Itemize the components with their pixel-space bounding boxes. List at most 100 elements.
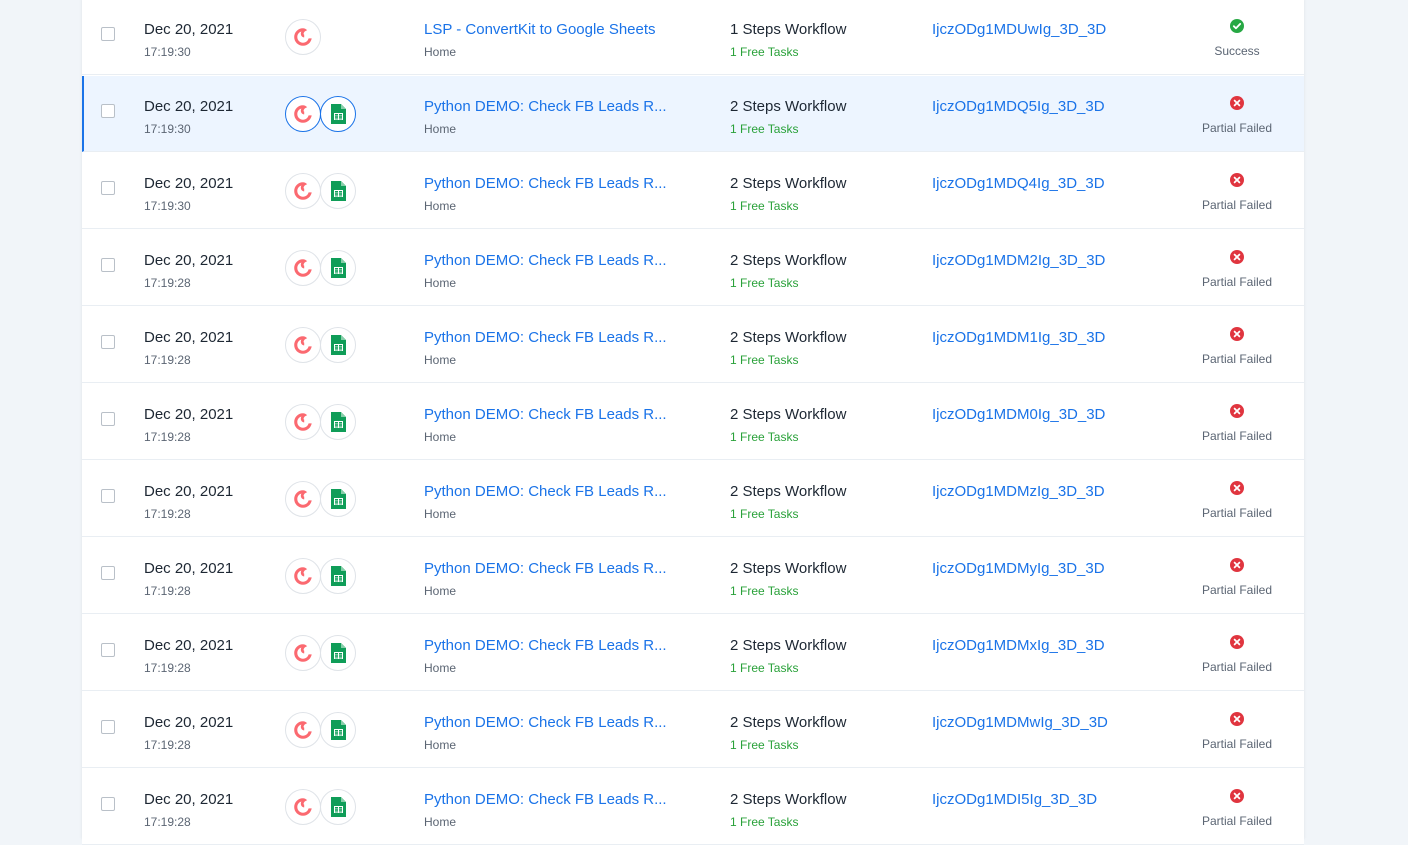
table-row[interactable]: Dec 20, 2021 17:19:30 Python DEMO: Check…: [82, 153, 1304, 229]
table-row[interactable]: Dec 20, 2021 17:19:30 LSP - ConvertKit t…: [82, 0, 1304, 75]
x-circle-icon: [1230, 712, 1244, 726]
status-label: Success: [1214, 44, 1260, 58]
status-cell: Partial Failed: [1182, 558, 1292, 597]
status-label: Partial Failed: [1201, 352, 1273, 366]
convertkit-icon: [285, 327, 321, 363]
convertkit-icon: [285, 250, 321, 286]
free-tasks: 1 Free Tasks: [730, 353, 799, 367]
workflow-steps: 2 Steps Workflow: [730, 483, 847, 500]
free-tasks: 1 Free Tasks: [730, 815, 799, 829]
row-checkbox[interactable]: [101, 27, 115, 41]
run-id-link[interactable]: IjczODg1MDM1Ig_3D_3D: [932, 329, 1105, 346]
workflow-name-link[interactable]: Python DEMO: Check FB Leads R...: [424, 252, 667, 269]
table-row[interactable]: Dec 20, 2021 17:19:28 Python DEMO: Check…: [82, 769, 1304, 845]
x-circle-icon: [1230, 789, 1244, 803]
row-checkbox[interactable]: [101, 797, 115, 811]
x-circle-icon: [1230, 327, 1244, 341]
workflow-name-link[interactable]: Python DEMO: Check FB Leads R...: [424, 560, 667, 577]
run-time: 17:19:28: [144, 738, 191, 752]
convertkit-icon: [285, 789, 321, 825]
row-checkbox[interactable]: [101, 335, 115, 349]
status-cell: Partial Failed: [1182, 96, 1292, 135]
row-checkbox[interactable]: [101, 181, 115, 195]
workflow-name-link[interactable]: Python DEMO: Check FB Leads R...: [424, 98, 667, 115]
workflow-name-link[interactable]: Python DEMO: Check FB Leads R...: [424, 329, 667, 346]
workflow-steps: 2 Steps Workflow: [730, 637, 847, 654]
convertkit-icon: [285, 19, 321, 55]
status-cell: Partial Failed: [1182, 250, 1292, 289]
workflow-folder: Home: [424, 276, 457, 290]
run-id-link[interactable]: IjczODg1MDMyIg_3D_3D: [932, 560, 1105, 577]
row-checkbox[interactable]: [101, 566, 115, 580]
free-tasks: 1 Free Tasks: [730, 45, 799, 59]
run-id-link[interactable]: IjczODg1MDMwIg_3D_3D: [932, 714, 1108, 731]
workflow-name-link[interactable]: Python DEMO: Check FB Leads R...: [424, 637, 667, 654]
workflow-folder: Home: [424, 815, 457, 829]
google-sheets-icon: [320, 96, 356, 132]
run-time: 17:19:28: [144, 276, 191, 290]
x-circle-icon: [1230, 250, 1244, 264]
free-tasks: 1 Free Tasks: [730, 430, 799, 444]
table-row[interactable]: Dec 20, 2021 17:19:28 Python DEMO: Check…: [82, 615, 1304, 691]
convertkit-icon: [285, 481, 321, 517]
table-row[interactable]: Dec 20, 2021 17:19:28 Python DEMO: Check…: [82, 230, 1304, 306]
table-row[interactable]: Dec 20, 2021 17:19:30 Python DEMO: Check…: [82, 76, 1304, 152]
status-label: Partial Failed: [1201, 583, 1273, 597]
workflow-name-link[interactable]: LSP - ConvertKit to Google Sheets: [424, 21, 656, 38]
free-tasks: 1 Free Tasks: [730, 661, 799, 675]
run-id-link[interactable]: IjczODg1MDUwIg_3D_3D: [932, 21, 1106, 38]
workflow-name-link[interactable]: Python DEMO: Check FB Leads R...: [424, 714, 667, 731]
workflow-name-link[interactable]: Python DEMO: Check FB Leads R...: [424, 406, 667, 423]
row-checkbox[interactable]: [101, 720, 115, 734]
workflow-name-link[interactable]: Python DEMO: Check FB Leads R...: [424, 175, 667, 192]
run-time: 17:19:28: [144, 661, 191, 675]
table-row[interactable]: Dec 20, 2021 17:19:28 Python DEMO: Check…: [82, 384, 1304, 460]
status-cell: Partial Failed: [1182, 173, 1292, 212]
row-checkbox[interactable]: [101, 104, 115, 118]
workflow-steps: 2 Steps Workflow: [730, 791, 847, 808]
run-id-link[interactable]: IjczODg1MDMxIg_3D_3D: [932, 637, 1105, 654]
status-label: Partial Failed: [1201, 737, 1273, 751]
free-tasks: 1 Free Tasks: [730, 738, 799, 752]
run-id-link[interactable]: IjczODg1MDQ5Ig_3D_3D: [932, 98, 1105, 115]
table-row[interactable]: Dec 20, 2021 17:19:28 Python DEMO: Check…: [82, 307, 1304, 383]
workflow-folder: Home: [424, 507, 457, 521]
run-id-link[interactable]: IjczODg1MDI5Ig_3D_3D: [932, 791, 1097, 808]
status-label: Partial Failed: [1201, 198, 1273, 212]
row-checkbox[interactable]: [101, 412, 115, 426]
workflow-name-link[interactable]: Python DEMO: Check FB Leads R...: [424, 483, 667, 500]
convertkit-icon: [285, 173, 321, 209]
table-row[interactable]: Dec 20, 2021 17:19:28 Python DEMO: Check…: [82, 692, 1304, 768]
x-circle-icon: [1230, 558, 1244, 572]
status-label: Partial Failed: [1201, 429, 1273, 443]
row-checkbox[interactable]: [101, 489, 115, 503]
run-time: 17:19:28: [144, 584, 191, 598]
workflow-name-link[interactable]: Python DEMO: Check FB Leads R...: [424, 791, 667, 808]
workflow-steps: 2 Steps Workflow: [730, 560, 847, 577]
free-tasks: 1 Free Tasks: [730, 122, 799, 136]
workflow-steps: 1 Steps Workflow: [730, 21, 847, 38]
row-checkbox[interactable]: [101, 643, 115, 657]
workflow-folder: Home: [424, 122, 457, 136]
run-id-link[interactable]: IjczODg1MDM2Ig_3D_3D: [932, 252, 1105, 269]
run-id-link[interactable]: IjczODg1MDMzIg_3D_3D: [932, 483, 1105, 500]
run-date: Dec 20, 2021: [144, 329, 234, 346]
x-circle-icon: [1230, 96, 1244, 110]
free-tasks: 1 Free Tasks: [730, 584, 799, 598]
run-id-link[interactable]: IjczODg1MDM0Ig_3D_3D: [932, 406, 1105, 423]
status-cell: Partial Failed: [1182, 789, 1292, 828]
run-date: Dec 20, 2021: [144, 252, 234, 269]
table-row[interactable]: Dec 20, 2021 17:19:28 Python DEMO: Check…: [82, 461, 1304, 537]
table-row[interactable]: Dec 20, 2021 17:19:28 Python DEMO: Check…: [82, 538, 1304, 614]
google-sheets-icon: [320, 558, 356, 594]
workflow-steps: 2 Steps Workflow: [730, 252, 847, 269]
row-checkbox[interactable]: [101, 258, 115, 272]
status-cell: Success: [1182, 19, 1292, 58]
status-label: Partial Failed: [1201, 506, 1273, 520]
run-id-link[interactable]: IjczODg1MDQ4Ig_3D_3D: [932, 175, 1105, 192]
check-circle-icon: [1230, 19, 1244, 33]
run-time: 17:19:28: [144, 815, 191, 829]
workflow-steps: 2 Steps Workflow: [730, 98, 847, 115]
convertkit-icon: [285, 404, 321, 440]
run-date: Dec 20, 2021: [144, 637, 234, 654]
